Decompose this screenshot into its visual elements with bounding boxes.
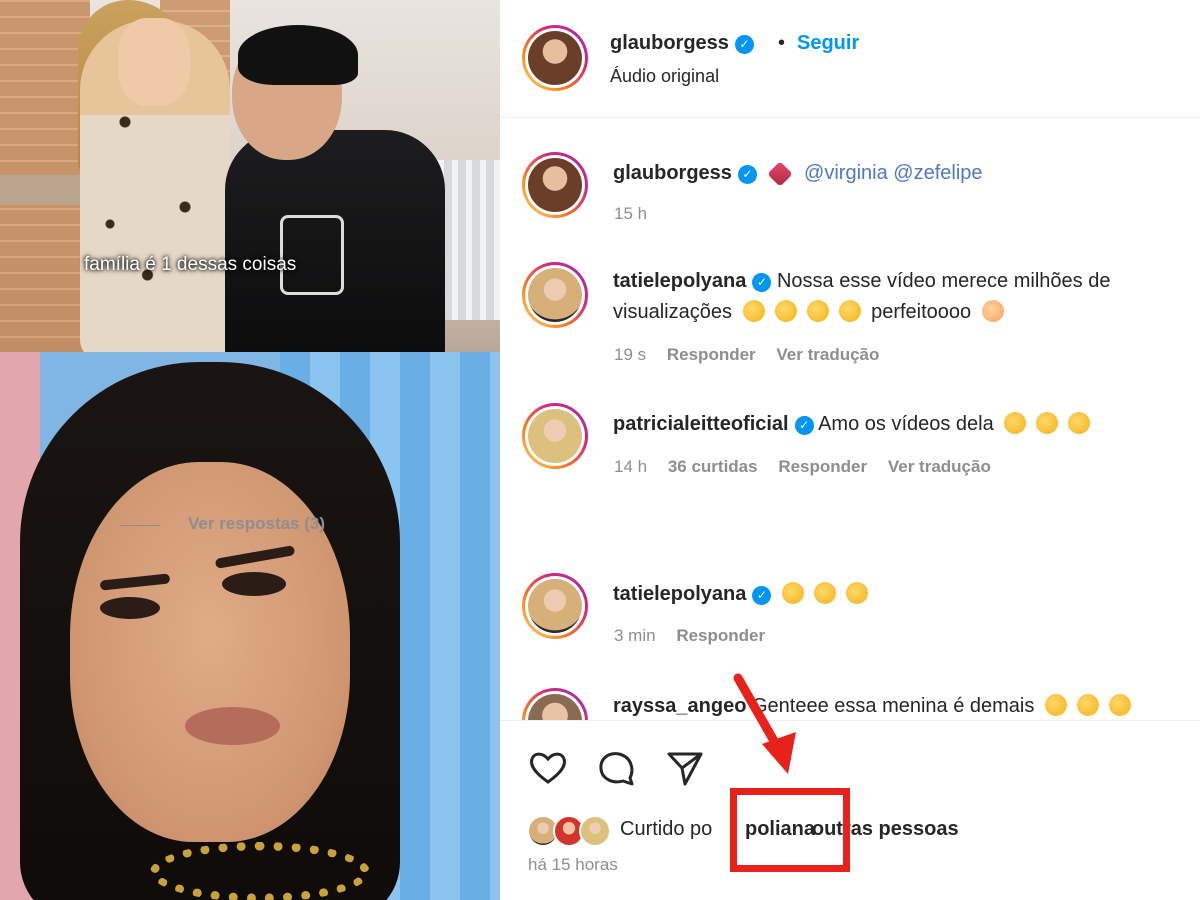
comment-username[interactable]: tatielepolyana	[613, 270, 746, 292]
clap-icon	[774, 300, 797, 322]
highlighted-username[interactable]: poliana	[745, 818, 815, 841]
likes-count[interactable]: 36 curtidas	[668, 457, 758, 476]
author-username[interactable]: glauborgess ✓	[610, 32, 754, 55]
comment-username[interactable]: tatielepolyana	[613, 583, 746, 605]
share-send-icon[interactable]	[665, 748, 705, 788]
follow-button[interactable]: Seguir	[797, 32, 859, 55]
red-arrow-icon	[733, 673, 796, 774]
comment-username[interactable]: glauborgess	[613, 162, 732, 184]
liked-prefix: Curtido po	[620, 818, 713, 840]
comment-username[interactable]: rayssa_ange	[613, 695, 734, 717]
verified-badge-icon: ✓	[752, 273, 772, 292]
clap-icon	[1076, 694, 1099, 716]
comment-time: 3 min	[614, 626, 656, 645]
author-avatar[interactable]	[522, 25, 588, 91]
comment-text: rayssa_angeo Genteee essa menina é demai…	[613, 691, 1200, 722]
lips	[185, 707, 280, 745]
comment-meta: 14 h 36 curtidas Responder Ver tradução	[614, 457, 1007, 477]
comment-bubble-icon[interactable]	[597, 748, 637, 788]
clap-icon	[806, 300, 829, 322]
comment-meta: 19 s Responder Ver tradução	[614, 345, 895, 365]
mention-link[interactable]: @virginia	[804, 162, 888, 184]
comment-text: tatielepolyana ✓	[613, 579, 1193, 610]
reply-button[interactable]: Responder	[667, 345, 756, 364]
left-eye	[100, 597, 160, 619]
translate-button[interactable]: Ver tradução	[888, 457, 991, 476]
clap-icon	[1108, 694, 1131, 716]
broken-heart-icon	[767, 161, 794, 187]
woman-face	[118, 18, 190, 106]
comment-avatar[interactable]	[522, 573, 588, 639]
view-replies-button[interactable]: Ver respostas (3)	[188, 514, 325, 534]
comment-avatar[interactable]	[522, 403, 588, 469]
comment-time: 19 s	[614, 345, 647, 364]
clap-icon	[813, 582, 836, 604]
post-media[interactable]: família é 1 dessas coisas	[0, 0, 500, 900]
comment-username[interactable]: patricialeitteoficial	[613, 413, 789, 435]
post-time: há 15 horas	[528, 855, 618, 874]
verified-badge-icon: ✓	[794, 416, 814, 435]
clap-icon	[1044, 694, 1067, 716]
man-hair	[238, 25, 358, 85]
clap-icon	[838, 300, 861, 322]
caption-text: glauborgess ✓ @virginia @zefelipe	[613, 158, 1193, 189]
verified-badge-icon: ✓	[737, 165, 757, 184]
separator-dot: •	[778, 32, 786, 54]
comment-time: 15 h	[614, 204, 648, 223]
gold-necklace	[150, 842, 370, 900]
clap-icon	[845, 582, 868, 604]
comment-body: visualizações	[613, 301, 732, 323]
reply-button[interactable]: Responder	[778, 457, 867, 476]
comment-body: perfeitoooo	[871, 301, 972, 323]
clap-icon	[742, 300, 765, 322]
comment-meta: 15 h	[614, 204, 663, 224]
post-header	[500, 0, 1200, 118]
translate-button[interactable]: Ver tradução	[776, 345, 879, 364]
clap-icon	[1004, 412, 1027, 434]
video-frame-bottom	[0, 352, 500, 900]
video-frame-top: família é 1 dessas coisas	[0, 0, 500, 352]
audio-label[interactable]: Áudio original	[610, 66, 719, 87]
mention-link[interactable]: @zefelipe	[893, 162, 982, 184]
pleading-face-icon	[981, 300, 1004, 322]
avatar	[579, 815, 611, 847]
reply-button[interactable]: Responder	[676, 626, 765, 645]
verified-badge-icon: ✓	[734, 35, 754, 54]
right-eye	[222, 572, 286, 596]
clap-icon	[1068, 412, 1091, 434]
comment-time: 14 h	[614, 457, 648, 476]
comment-text: tatielepolyana ✓ Nossa esse vídeo merece …	[613, 266, 1193, 328]
verified-badge-icon: ✓	[752, 586, 772, 605]
clap-icon	[781, 582, 804, 604]
replies-divider	[120, 525, 160, 526]
comment-text: patricialeitteoficial ✓ Amo os vídeos del…	[613, 409, 1193, 440]
comment-body: Nossa esse vídeo merece milhões de	[776, 270, 1111, 292]
comment-body: Amo os vídeos dela	[818, 413, 994, 435]
like-heart-icon[interactable]	[528, 748, 568, 788]
comment-avatar[interactable]	[522, 262, 588, 328]
comment-meta: 3 min Responder	[614, 626, 781, 646]
clap-icon	[1036, 412, 1059, 434]
video-caption: família é 1 dessas coisas	[84, 254, 297, 275]
comment-avatar[interactable]	[522, 152, 588, 218]
